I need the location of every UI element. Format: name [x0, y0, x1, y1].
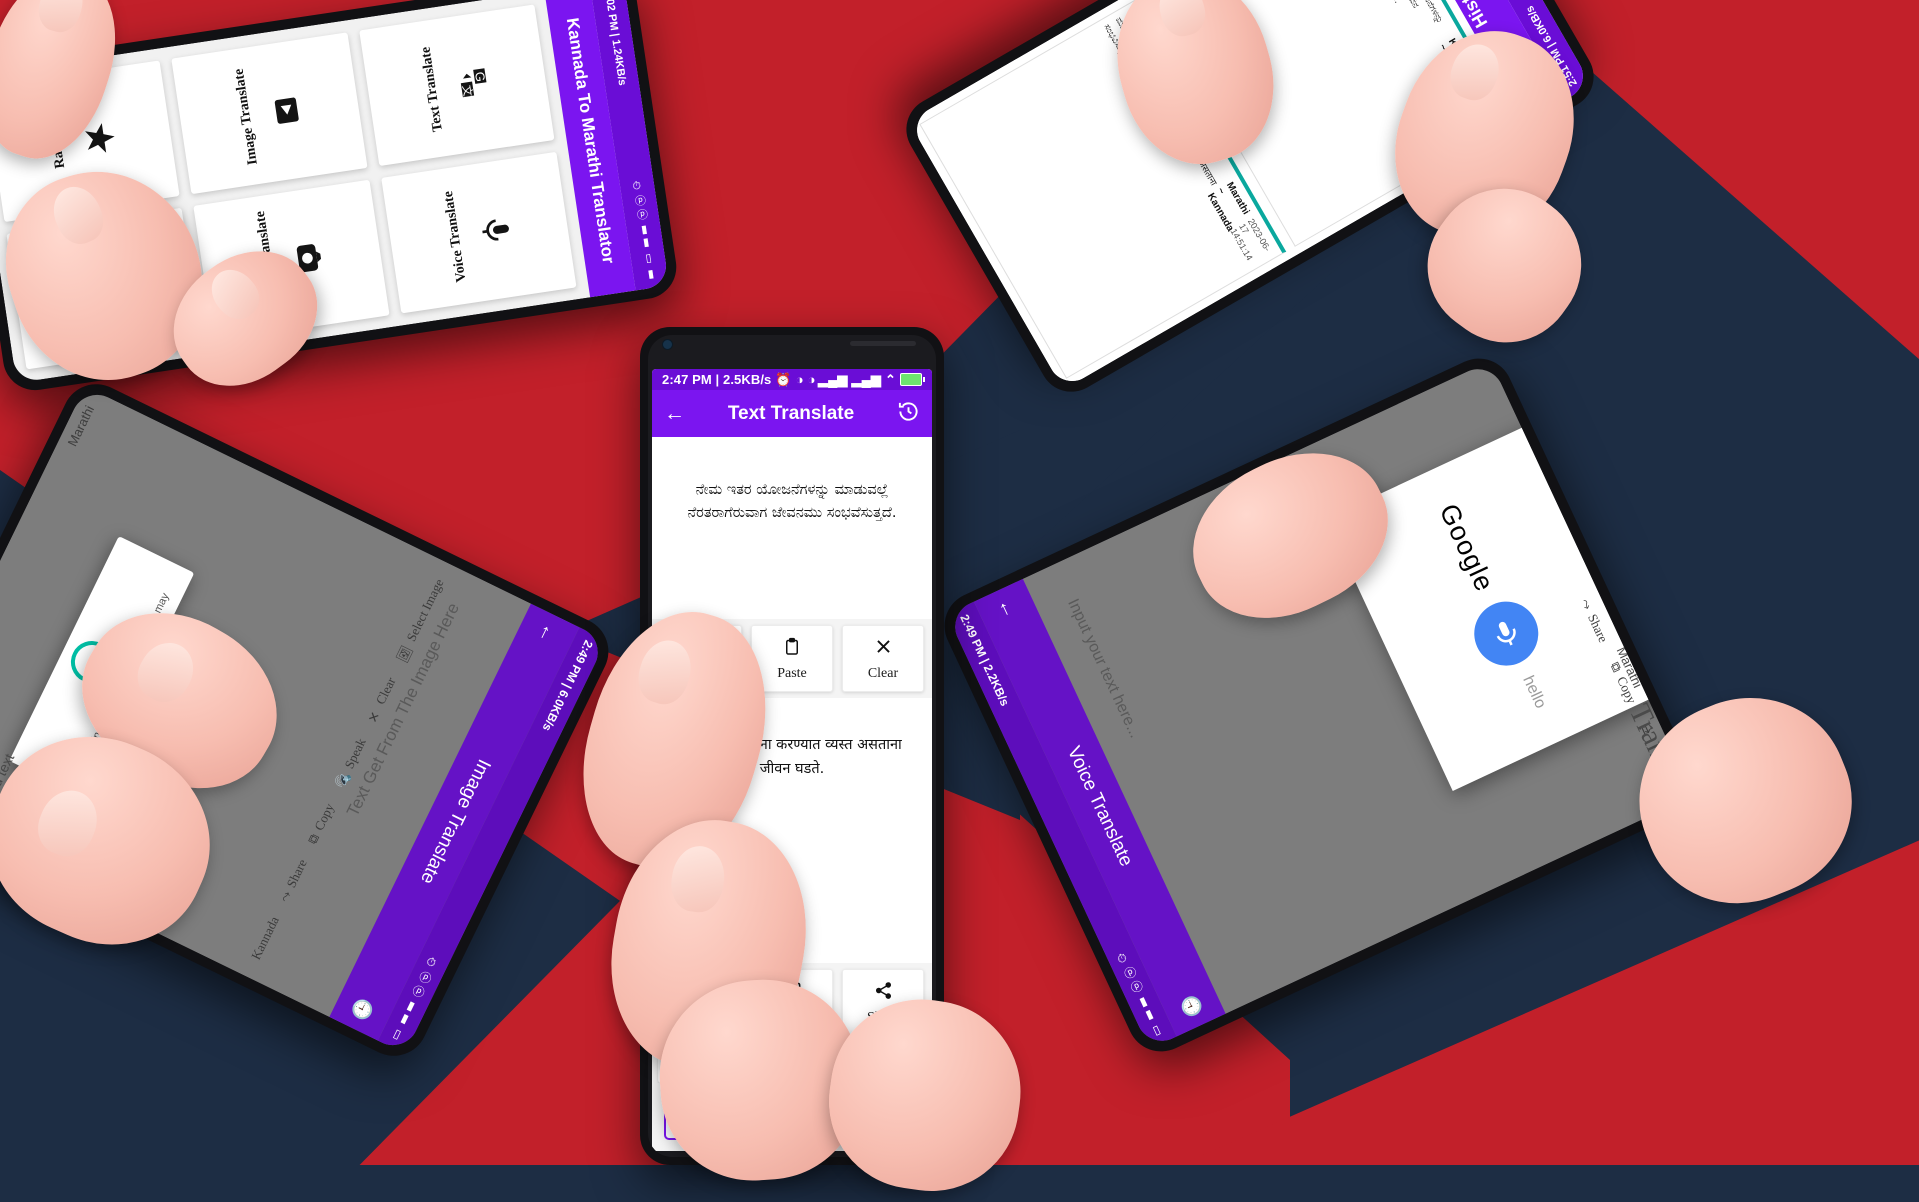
share-button[interactable]: ⤳ Share	[276, 856, 311, 904]
image-icon	[264, 92, 305, 129]
share-icon: ⤳	[1578, 596, 1596, 613]
paste-label: Paste	[777, 666, 807, 681]
history-icon[interactable]	[897, 400, 920, 427]
menu-item-voice-translate[interactable]: Voice Translate	[380, 151, 577, 314]
speaker-icon: 🔊	[331, 769, 353, 791]
battery-icon	[900, 373, 925, 386]
share-label: Share	[283, 856, 310, 890]
menu-item-text-translate[interactable]: Text Translate G 文	[358, 4, 555, 167]
back-arrow-icon[interactable]: ←	[664, 403, 685, 424]
close-icon	[874, 640, 893, 660]
source-text: ನೇಮ ಇತರ ಯೋಜನೆಗಳನ್ನು ಮಾಡುವಲ್ಲೆ ನೆರತರಾಗೆರು…	[687, 482, 897, 522]
copy-icon: ⧉	[304, 831, 323, 847]
source-language-label[interactable]: Kannada	[248, 914, 283, 963]
signal-icon: ▂▄▆	[817, 372, 848, 387]
alarm-icon: ⏰	[775, 372, 792, 387]
signal-icon: ▂▄▆	[851, 372, 881, 387]
wifi-icon: ⌃	[885, 372, 896, 387]
menu-item-label: Text Translate	[418, 45, 447, 133]
app-title: Text Translate	[727, 402, 855, 424]
share-icon	[874, 982, 893, 1004]
copy-icon: ⧉	[1607, 659, 1626, 675]
status-bar-time: 5:02 PM | 1.24KB/s	[601, 0, 629, 87]
app-badge-icon: ◑	[795, 372, 804, 387]
status-bar-right: ▂▄▆ ▂▄▆ ⌃	[817, 372, 925, 387]
close-icon: ✕	[363, 705, 384, 726]
clipboard-icon	[783, 637, 801, 660]
translate-icon: G 文	[450, 63, 494, 102]
voice-recognized-hint: hello	[1519, 672, 1549, 711]
earpiece-speaker	[850, 341, 916, 346]
share-label: Share	[1584, 611, 1612, 645]
source-text-area[interactable]: ನೇಮ ಇತರ ಯೋಜನೆಗಳನ್ನು ಮಾಡುವಲ್ಲೆ ನೆರತರಾಗೆರು…	[652, 437, 932, 619]
share-icon: ⤳	[276, 888, 295, 905]
status-bar-time: 2:47 PM | 2.5KB/s	[662, 372, 772, 387]
status-bar-icons: ⏱ ⓟ ⓟ ▮▮ ▯ ▮	[630, 180, 658, 282]
image-icon: 🖼	[393, 643, 414, 665]
app-bar: ← Text Translate	[652, 390, 932, 437]
menu-item-label: Image Translate	[231, 67, 261, 166]
copy-label: Copy	[311, 800, 338, 833]
target-language-label[interactable]: Marathi	[65, 403, 97, 449]
front-camera	[662, 339, 673, 350]
app-badge-icon: ◑	[807, 372, 816, 387]
copy-button[interactable]: ⧉ Copy	[305, 800, 338, 846]
microphone-icon[interactable]	[1463, 590, 1549, 676]
copy-label: Copy	[1614, 673, 1640, 706]
menu-item-label: Voice Translate	[441, 189, 470, 283]
clear-label: Clear	[867, 666, 899, 681]
status-bar: 2:47 PM | 2.5KB/s ⏰ ◑ ◑ ▂▄▆ ▂▄▆ ⌃	[652, 369, 932, 390]
clear-button[interactable]: Clear	[842, 625, 924, 692]
status-bar-left: 2:47 PM | 2.5KB/s ⏰ ◑ ◑	[662, 372, 816, 387]
menu-item-image-translate[interactable]: Image Translate	[171, 32, 368, 195]
microphone-icon	[473, 212, 514, 249]
google-logo: Google	[1433, 498, 1500, 596]
